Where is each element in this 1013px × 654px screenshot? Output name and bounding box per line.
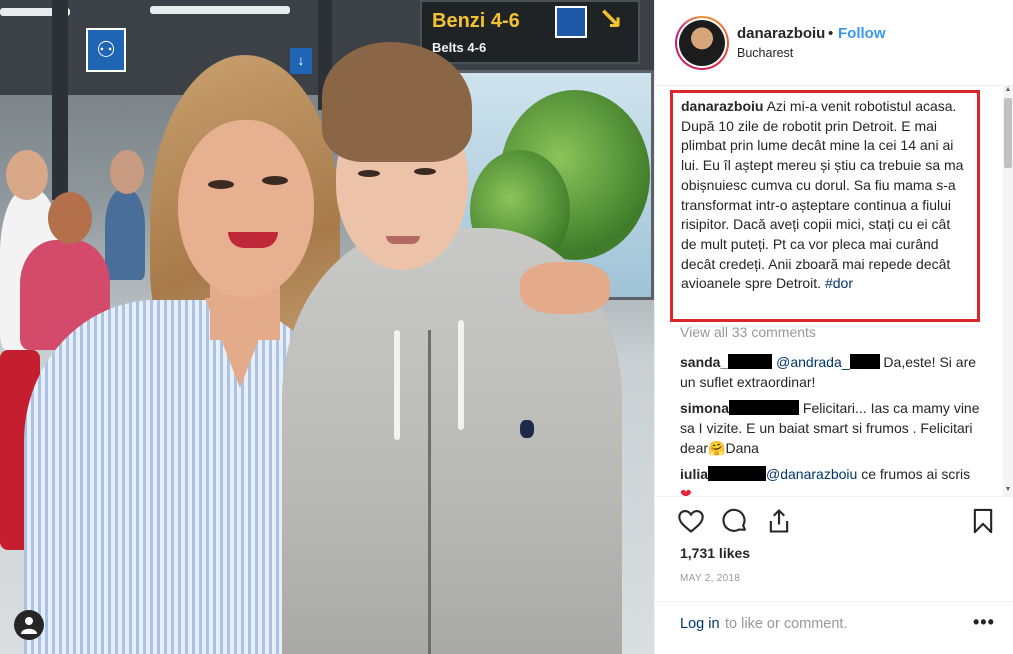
pillar (52, 0, 68, 200)
caption-highlight-box: danarazboiu Azi mi-a venit robotistul ac… (670, 90, 980, 322)
post-date[interactable]: MAY 2, 2018 (680, 573, 740, 584)
comment-mention[interactable]: @andrada_ (776, 354, 849, 370)
scroll-down-icon[interactable]: ▼ (1003, 486, 1013, 496)
user-tag-icon[interactable] (14, 610, 44, 640)
sign-benzi: Benzi 4-6 (432, 10, 520, 32)
ceiling-light (150, 6, 290, 14)
background-person (105, 190, 145, 280)
boy-eye (414, 168, 436, 175)
comment-mention[interactable]: @danarazboiu (766, 466, 857, 482)
hoodie-zipper (428, 330, 431, 654)
hoodie-string (458, 320, 464, 430)
more-options-icon[interactable]: ••• (973, 612, 995, 633)
scroll-thumb[interactable] (1004, 98, 1012, 168)
scroll-up-icon[interactable]: ▲ (1003, 86, 1013, 96)
boy-eye (358, 170, 380, 177)
hoodie-string (394, 330, 400, 440)
follow-button[interactable]: Follow (838, 25, 886, 42)
caption-username[interactable]: danarazboiu (681, 98, 763, 114)
comment-username[interactable]: iulia (680, 466, 708, 482)
polo-logo (520, 420, 534, 438)
login-row: Log in to like or comment. ••• (655, 601, 1013, 647)
background-person-head (6, 150, 48, 200)
comment-text-after: Dana (725, 440, 759, 456)
comment-username[interactable]: sanda_ (680, 354, 728, 370)
heart-emoji: ❤ (680, 486, 692, 496)
arrow-icon: ↘ (598, 3, 624, 36)
down-arrow-icon: ↓ (290, 48, 312, 74)
comment-icon[interactable] (721, 507, 751, 537)
post-header: danarazboiu • Follow Bucharest (655, 0, 1013, 86)
separator-dot: • (828, 25, 834, 42)
hug-emoji: 🤗 (708, 440, 726, 456)
woman-hand (520, 262, 610, 314)
woman-eye (262, 176, 288, 185)
post-side-panel: danarazboiu • Follow Bucharest danarazbo… (654, 0, 1013, 654)
post-actions: 1,731 likes MAY 2, 2018 Log in to like o… (655, 496, 1013, 646)
woman-eye (208, 180, 234, 189)
comment-text: ce frumos ai scris (861, 466, 971, 482)
caption: danarazboiu Azi mi-a venit robotistul ac… (681, 97, 969, 294)
background-person-head (110, 150, 144, 194)
avatar[interactable] (675, 16, 729, 70)
login-link[interactable]: Log in (680, 616, 720, 632)
comment-item: sanda_ @andrada_ Da,este! Si are un sufl… (680, 352, 980, 392)
comment-username[interactable]: simona (680, 400, 729, 416)
login-prompt: to like or comment. (725, 616, 848, 632)
location-link[interactable]: Bucharest (737, 46, 793, 60)
redaction-box (849, 354, 880, 369)
bookmark-icon[interactable] (969, 507, 999, 537)
caption-hashtag[interactable]: #dor (825, 275, 853, 291)
escalator-icon (555, 6, 587, 38)
redaction-box (729, 400, 800, 415)
redaction-box (728, 354, 773, 369)
share-icon[interactable] (765, 507, 795, 537)
comment-item: iulia @danarazboiu ce frumos ai scris ❤ (680, 464, 980, 496)
comments-section: danarazboiu Azi mi-a venit robotistul ac… (655, 86, 1013, 496)
boy-mouth (386, 236, 420, 244)
likes-count[interactable]: 1,731 likes (680, 545, 750, 561)
sign-belts: Belts 4-6 (432, 40, 487, 55)
comment-item: simona Felicitari... Ias ca mamy vine sa… (680, 398, 980, 458)
header-username[interactable]: danarazboiu (737, 25, 825, 42)
background-person-head (48, 192, 92, 244)
woman-face (178, 120, 314, 298)
view-all-comments-link[interactable]: View all 33 comments (680, 324, 816, 340)
redaction-box (708, 466, 767, 481)
comments-scrollbar[interactable]: ▲ ▼ (1003, 86, 1013, 496)
post-photo[interactable]: Benzi 4-6 Belts 4-6 ↘ ⚇ ↓ (0, 0, 654, 654)
caption-text: Azi mi-a venit robotistul acasa. După 10… (681, 98, 964, 292)
restroom-icon: ⚇ (86, 28, 126, 72)
heart-icon[interactable] (677, 507, 707, 537)
